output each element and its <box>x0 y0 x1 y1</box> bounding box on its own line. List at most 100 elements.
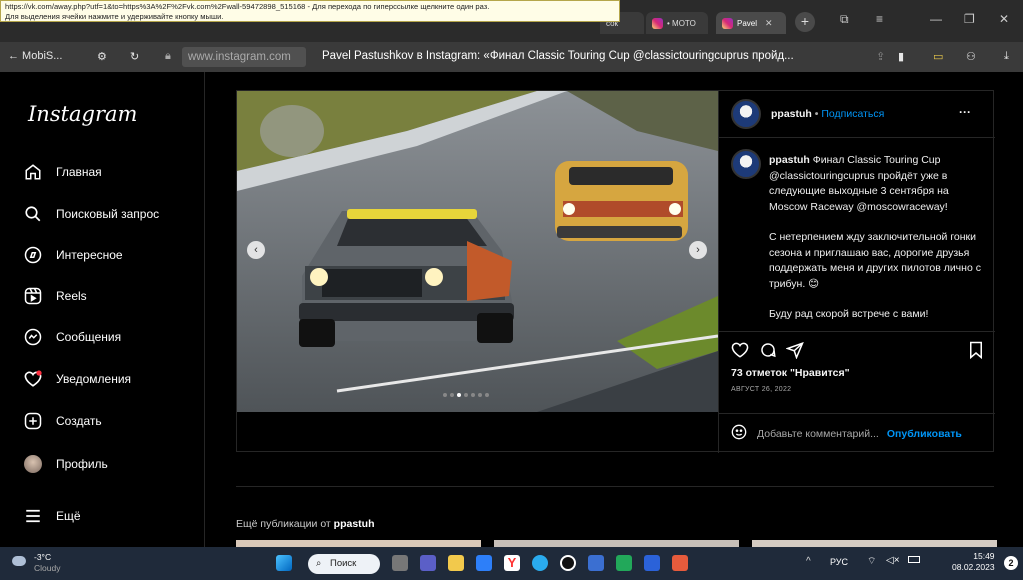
comment-input[interactable]: Добавьте комментарий... <box>757 428 879 440</box>
hamburger-icon <box>24 507 42 525</box>
new-tab-button[interactable]: + <box>795 12 815 32</box>
restore-icon[interactable]: ❐ <box>964 12 975 26</box>
nav-label: Уведомления <box>56 372 132 386</box>
more-options-icon[interactable]: ··· <box>959 105 971 119</box>
instagram-logo[interactable]: Instagram <box>28 102 137 126</box>
sidebar: Instagram Главная Поисковый запрос Интер… <box>0 72 205 547</box>
link-tooltip: https://vk.com/away.php?utf=1&to=https%3… <box>0 0 620 22</box>
share-icon[interactable]: ⇪ <box>876 50 885 63</box>
caption-paragraph-3: Буду рад скорой встрече с вами! <box>769 308 929 320</box>
caption-text: ppastuh Финал Classic Touring Cup @class… <box>769 153 987 323</box>
caption-username[interactable]: ppastuh <box>769 154 810 166</box>
language-indicator[interactable]: РУС <box>830 557 848 567</box>
publish-button[interactable]: Опубликовать <box>887 428 962 440</box>
nav-profile[interactable]: Профиль <box>24 452 108 476</box>
share-icon[interactable] <box>785 341 804 364</box>
nav-notifications[interactable]: Уведомления <box>24 367 131 391</box>
close-window-icon[interactable]: ✕ <box>999 12 1009 26</box>
reload-icon[interactable]: ↻ <box>130 50 139 63</box>
author-avatar[interactable] <box>731 99 761 129</box>
notification-badge[interactable]: 2 <box>1004 556 1018 570</box>
taskview-icon[interactable] <box>392 555 408 571</box>
battery-icon[interactable]: ▭ <box>933 50 943 63</box>
follow-button[interactable]: Подписаться <box>821 108 884 120</box>
more-post-thumb-1[interactable] <box>236 540 481 547</box>
tab-label: • MOTO <box>667 18 696 28</box>
collections-icon[interactable]: ⧉ <box>840 12 849 27</box>
nav-home[interactable]: Главная <box>24 160 102 184</box>
heart-icon <box>24 370 42 388</box>
extensions-icon[interactable]: ⚇ <box>966 50 976 63</box>
telegram-icon[interactable] <box>532 555 548 571</box>
battery-icon[interactable] <box>908 556 920 563</box>
tab-moto[interactable]: • MOTO <box>646 12 708 34</box>
more-post-thumb-3[interactable] <box>752 540 997 547</box>
like-count[interactable]: 73 отметок "Нравится" <box>731 367 850 379</box>
clock-date: 08.02.2023 <box>952 562 995 572</box>
close-tab-icon[interactable]: ✕ <box>765 18 773 29</box>
download-icon[interactable]: ⤓ <box>1004 50 1009 63</box>
more-posts-username[interactable]: ppastuh <box>334 518 375 530</box>
settings-icon[interactable]: ⚙ <box>97 50 107 63</box>
post-date[interactable]: АВГУСТ 26, 2022 <box>731 386 791 393</box>
instagram-icon <box>722 17 733 29</box>
opera-icon[interactable] <box>672 555 688 571</box>
tiktok-icon[interactable] <box>560 555 576 571</box>
tray-chevron-icon[interactable]: ^ <box>806 556 811 567</box>
menu-icon[interactable]: ≡ <box>876 12 883 26</box>
wifi-icon[interactable]: ⌔ <box>867 555 876 568</box>
defender-icon[interactable] <box>588 555 604 571</box>
url-field[interactable]: www.instagram.com <box>182 47 306 67</box>
comment-icon[interactable] <box>759 341 777 364</box>
next-image-button[interactable]: › <box>689 241 707 259</box>
save-icon[interactable] <box>968 341 984 364</box>
weather-temp: -3°C <box>34 552 52 562</box>
clock-time: 15:49 <box>973 551 995 561</box>
caption-avatar[interactable] <box>731 149 761 179</box>
tooltip-line-1: https://vk.com/away.php?utf=1&to=https%3… <box>5 2 490 11</box>
vk-icon[interactable] <box>476 555 492 571</box>
author-username[interactable]: ppastuh <box>771 108 812 120</box>
taskbar-search[interactable]: ⌕ Поиск <box>308 554 380 574</box>
explorer-icon[interactable] <box>448 555 464 571</box>
word-icon[interactable] <box>644 555 660 571</box>
prev-image-button[interactable]: ‹ <box>247 241 265 259</box>
nav-explore[interactable]: Интересное <box>24 243 123 267</box>
volume-icon[interactable]: ◁× <box>886 555 900 566</box>
post-card: ‹ › ppastuh • Подписаться ··· ppastuh Фи… <box>236 90 995 453</box>
nav-create[interactable]: Создать <box>24 409 102 433</box>
yandex-icon[interactable]: Y <box>504 555 520 571</box>
nav-messages[interactable]: Сообщения <box>24 325 121 349</box>
clock[interactable]: 15:49 08.02.2023 <box>952 551 995 573</box>
more-posts-prefix: Ещё публикации от <box>236 518 331 530</box>
more-post-thumb-2[interactable] <box>494 540 739 547</box>
carousel-dot <box>450 393 454 397</box>
search-icon: ⌕ <box>316 558 322 569</box>
cloud-icon <box>12 556 26 566</box>
carousel-dot <box>464 393 468 397</box>
excel-icon[interactable] <box>616 555 632 571</box>
tooltip-line-2: Для выделения ячейки нажмите и удерживай… <box>5 12 224 21</box>
bookmark-icon[interactable]: ▮ <box>898 50 904 63</box>
like-icon[interactable] <box>731 341 749 364</box>
minimize-icon[interactable]: — <box>930 12 942 26</box>
nav-reels[interactable]: Reels <box>24 284 87 308</box>
weather-widget[interactable]: -3°C Cloudy <box>34 552 60 574</box>
tab-pavel[interactable]: Pavel ✕ <box>716 12 786 34</box>
back-button[interactable]: ← MobiS... <box>8 50 62 62</box>
race-photo-image <box>237 91 718 412</box>
emoji-icon[interactable] <box>731 424 747 443</box>
post-header: ppastuh • Подписаться <box>771 108 884 120</box>
section-divider <box>236 486 994 487</box>
nav-more[interactable]: Ещё <box>24 504 81 528</box>
instagram-icon <box>652 17 663 29</box>
post-side-pane: ppastuh • Подписаться ··· ppastuh Финал … <box>718 91 995 453</box>
teams-icon[interactable] <box>420 555 436 571</box>
post-photo[interactable]: ‹ › <box>237 91 718 412</box>
weather-text: Cloudy <box>34 563 61 573</box>
nav-label: Ещё <box>56 509 81 523</box>
nav-search[interactable]: Поисковый запрос <box>24 202 159 226</box>
nav-label: Главная <box>56 165 102 179</box>
windows-start-icon[interactable] <box>276 555 292 571</box>
post-actions <box>731 341 986 363</box>
